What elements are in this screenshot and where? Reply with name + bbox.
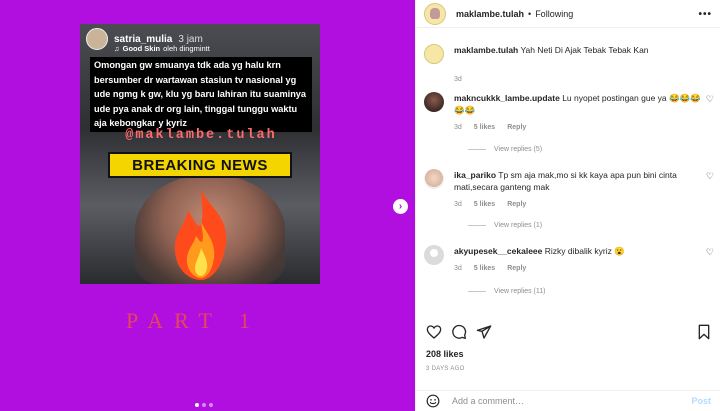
comment-item: akyupesek__cekaleee Rizky dibalik kyriz … bbox=[424, 245, 714, 315]
comment-reply-button[interactable]: Reply bbox=[507, 201, 526, 208]
comment-likes[interactable]: 5 likes bbox=[474, 201, 495, 208]
likes-count[interactable]: 208 likes bbox=[426, 349, 464, 359]
emoji-icon[interactable] bbox=[426, 394, 440, 408]
comment-meta: 3d 5 likes Reply bbox=[454, 201, 526, 208]
comment-like-heart-icon[interactable]: ♡ bbox=[706, 171, 714, 182]
caption-body: Yah Neti Di Ajak Tebak Tebak Kan bbox=[520, 45, 649, 55]
view-replies-button[interactable]: View replies (11) bbox=[468, 288, 546, 295]
story-screenshot: satria_mulia 3 jam ♫ Good Skin oleh ding… bbox=[80, 24, 320, 284]
comment-text: akyupesek__cekaleee Rizky dibalik kyriz … bbox=[454, 245, 704, 257]
comments-list[interactable]: maklambe.tulah Yah Neti Di Ajak Tebak Te… bbox=[416, 34, 720, 318]
share-icon[interactable] bbox=[476, 324, 492, 340]
comment-like-heart-icon[interactable]: ♡ bbox=[706, 247, 714, 258]
post-media: satria_mulia 3 jam ♫ Good Skin oleh ding… bbox=[0, 0, 415, 411]
comment-username[interactable]: makncukkk_lambe.update bbox=[454, 93, 560, 103]
view-replies-label: View replies (5) bbox=[494, 146, 543, 153]
story-username: satria_mulia bbox=[114, 33, 173, 45]
comment-likes[interactable]: 5 likes bbox=[474, 124, 495, 131]
breaking-news-text: BREAKING NEWS bbox=[132, 156, 268, 174]
comment-like-heart-icon[interactable]: ♡ bbox=[706, 94, 714, 105]
story-music-title: Good Skin bbox=[122, 44, 161, 53]
caption-meta: 3d bbox=[454, 76, 462, 83]
comment-text: ika_pariko Tp sm aja mak,mo si kk kaya a… bbox=[454, 169, 704, 193]
story-time: 3 jam bbox=[178, 33, 203, 45]
carousel-dot[interactable] bbox=[195, 403, 199, 407]
comment-username[interactable]: akyupesek__cekaleee bbox=[454, 246, 542, 256]
author-avatar[interactable] bbox=[424, 2, 446, 25]
comment-meta: 3d 5 likes Reply bbox=[454, 124, 526, 131]
author-username[interactable]: maklambe.tulah bbox=[456, 9, 524, 19]
view-replies-label: View replies (1) bbox=[494, 222, 543, 229]
comment-text: makncukkk_lambe.update Lu nyopet posting… bbox=[454, 92, 704, 116]
comment-avatar[interactable] bbox=[424, 92, 444, 112]
carousel-next-button[interactable]: › bbox=[393, 199, 408, 214]
more-options-icon[interactable]: ••• bbox=[698, 9, 712, 20]
caption-username[interactable]: maklambe.tulah bbox=[454, 45, 518, 55]
carousel-dot[interactable] bbox=[209, 403, 213, 407]
carousel-dots bbox=[195, 403, 213, 407]
story-music-label: ♫ Good Skin oleh dingmintt bbox=[114, 44, 210, 53]
comment-meta: 3d 5 likes Reply bbox=[454, 265, 526, 272]
carousel-dot[interactable] bbox=[202, 403, 206, 407]
comment-avatar[interactable] bbox=[424, 169, 444, 189]
fire-emoji-icon bbox=[174, 190, 227, 280]
post-side-panel: maklambe.tulah • Following ••• maklambe.… bbox=[415, 0, 720, 411]
post-header: maklambe.tulah • Following ••• bbox=[416, 0, 720, 28]
comment-time: 3d bbox=[454, 124, 462, 131]
part-label: PART 1 bbox=[126, 308, 261, 333]
music-note-icon: ♫ bbox=[114, 44, 120, 53]
add-comment-bar: Post bbox=[416, 390, 720, 411]
bookmark-icon[interactable] bbox=[696, 324, 712, 340]
story-quote-text: Omongan gw smuanya tdk ada yg halu krn b… bbox=[90, 57, 312, 132]
heart-icon[interactable] bbox=[426, 324, 442, 340]
view-replies-button[interactable]: View replies (1) bbox=[468, 222, 542, 229]
chevron-right-icon: › bbox=[398, 201, 403, 212]
comment-body: Rizky dibalik kyriz 😮 bbox=[544, 246, 625, 256]
view-replies-button[interactable]: View replies (5) bbox=[468, 146, 542, 153]
comment-username[interactable]: ika_pariko bbox=[454, 170, 496, 180]
caption-text: maklambe.tulah Yah Neti Di Ajak Tebak Te… bbox=[454, 44, 704, 56]
comment-item: makncukkk_lambe.update Lu nyopet posting… bbox=[424, 92, 714, 162]
post-comment-button[interactable]: Post bbox=[691, 396, 711, 406]
story-avatar bbox=[86, 28, 108, 50]
comment-avatar[interactable] bbox=[424, 245, 444, 265]
comment-icon[interactable] bbox=[451, 324, 467, 340]
header-separator: • bbox=[528, 8, 532, 19]
story-music-artist: oleh dingmintt bbox=[163, 44, 210, 53]
caption-avatar[interactable] bbox=[424, 44, 444, 64]
caption-time: 3d bbox=[454, 76, 462, 83]
comment-reply-button[interactable]: Reply bbox=[507, 124, 526, 131]
caption: maklambe.tulah Yah Neti Di Ajak Tebak Te… bbox=[424, 44, 714, 84]
comment-input[interactable] bbox=[452, 396, 672, 406]
posted-time: 3 DAYS AGO bbox=[426, 366, 465, 372]
story-handle-watermark: @maklambe.tulah bbox=[125, 128, 277, 143]
comment-item: ika_pariko Tp sm aja mak,mo si kk kaya a… bbox=[424, 169, 714, 239]
following-button[interactable]: Following bbox=[535, 9, 573, 19]
breaking-news-banner: BREAKING NEWS bbox=[108, 152, 292, 178]
view-replies-label: View replies (11) bbox=[494, 288, 546, 295]
comment-likes[interactable]: 5 likes bbox=[474, 265, 495, 272]
comment-reply-button[interactable]: Reply bbox=[507, 265, 526, 272]
comment-time: 3d bbox=[454, 265, 462, 272]
post-actions bbox=[424, 322, 714, 344]
comment-time: 3d bbox=[454, 201, 462, 208]
